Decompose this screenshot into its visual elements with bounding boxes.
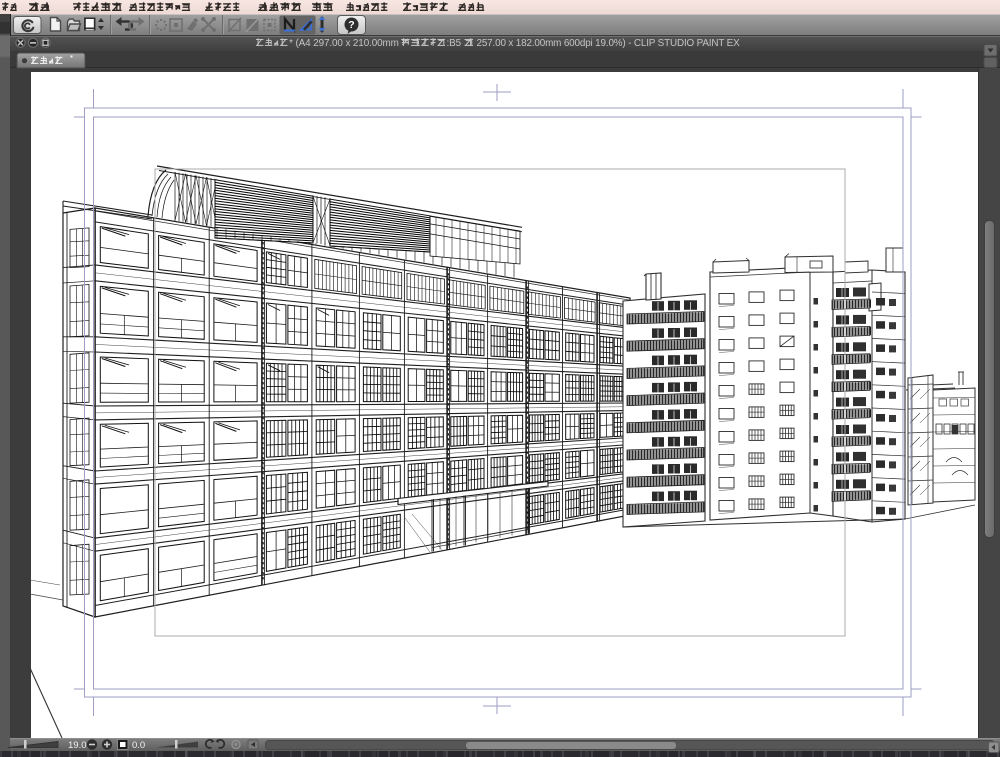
svg-text:0.0: 0.0 (132, 740, 145, 751)
svg-text:257.00 x 182.00mm 600dpi 19.0%: 257.00 x 182.00mm 600dpi 19.0%) - CLIP S… (477, 38, 741, 49)
svg-text:19.0: 19.0 (68, 740, 87, 751)
svg-text::B5: :B5 (447, 38, 462, 49)
svg-text:* (A4 297.00 x 210.00mm: * (A4 297.00 x 210.00mm (289, 38, 399, 49)
svg-text:?: ? (348, 19, 354, 31)
